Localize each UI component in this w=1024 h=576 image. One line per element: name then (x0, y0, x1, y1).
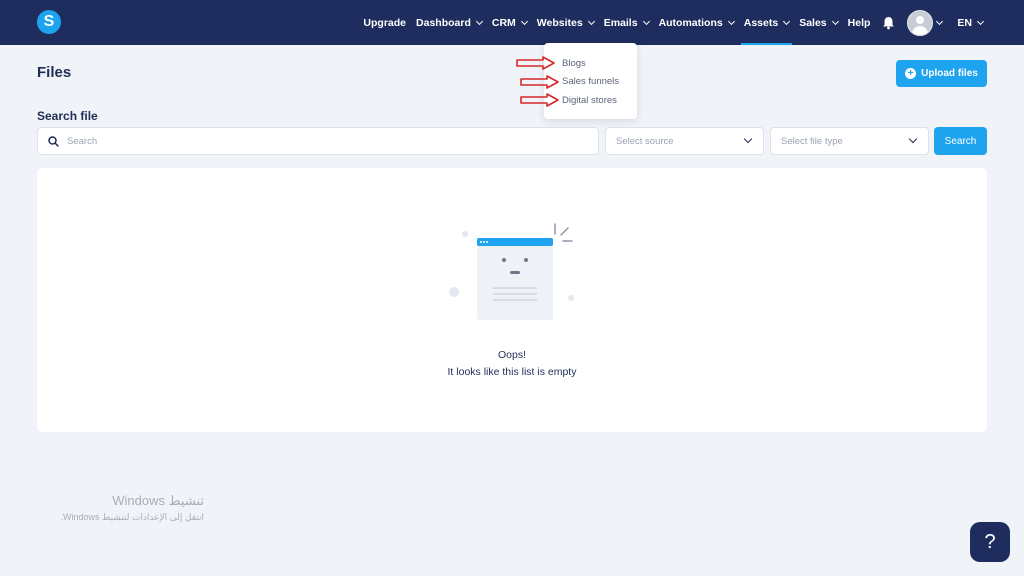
systeme-logo[interactable]: S (37, 10, 61, 34)
avatar-head (916, 15, 925, 24)
bell-icon[interactable] (875, 0, 901, 45)
chevron-down-icon (783, 17, 791, 25)
nav-automations[interactable]: Automations (654, 0, 739, 45)
chevron-down-icon (520, 17, 528, 25)
select-source-placeholder: Select source (616, 135, 674, 147)
chevron-down-icon (642, 17, 650, 25)
nav-upgrade[interactable]: Upgrade (358, 0, 411, 45)
chevron-down-icon (976, 17, 985, 25)
chevron-down-icon[interactable] (936, 17, 944, 25)
red-arrow-icon (516, 56, 555, 70)
select-file-type-placeholder: Select file type (781, 135, 843, 147)
help-chat-button[interactable]: ? (970, 522, 1010, 562)
menu-item-sales-funnels[interactable]: Sales funnels (562, 76, 619, 87)
empty-list-illustration (449, 223, 574, 320)
nav-assets-label: Assets (743, 16, 779, 29)
nav-websites-label: Websites (536, 16, 583, 29)
main-nav: Upgrade Dashboard CRM Websites Emails Au… (358, 0, 1024, 45)
chevron-down-icon (831, 17, 839, 25)
select-file-type-dropdown[interactable]: Select file type (770, 127, 929, 155)
chevron-down-icon (908, 134, 918, 144)
nav-dashboard-label: Dashboard (416, 16, 471, 29)
user-avatar[interactable] (907, 9, 934, 36)
nav-emails-label: Emails (603, 16, 638, 29)
menu-item-digital-stores[interactable]: Digital stores (562, 95, 617, 106)
top-navbar: S Upgrade Dashboard CRM Websites Emails … (0, 0, 1024, 45)
chevron-down-icon (727, 17, 735, 25)
search-section-label: Search file (37, 109, 98, 123)
nav-assets[interactable]: Assets (739, 0, 794, 45)
search-button[interactable]: Search (934, 127, 987, 155)
files-list-card: Oops! It looks like this list is empty (37, 168, 987, 432)
windows-activation-watermark-title: تنشيط Windows (112, 493, 204, 508)
chevron-down-icon (587, 17, 595, 25)
nav-websites[interactable]: Websites (532, 0, 599, 45)
select-source-dropdown[interactable]: Select source (605, 127, 764, 155)
nav-sales[interactable]: Sales (794, 0, 842, 45)
plus-circle-icon: + (905, 68, 917, 79)
chevron-down-icon (475, 17, 483, 25)
avatar-body (912, 25, 929, 35)
nav-upgrade-label: Upgrade (363, 16, 407, 29)
nav-help[interactable]: Help (843, 0, 876, 45)
red-arrow-icon (520, 75, 559, 89)
search-field[interactable] (37, 127, 599, 155)
page-title: Files (37, 64, 72, 81)
search-icon (48, 135, 59, 147)
nav-sales-label: Sales (799, 16, 827, 29)
upload-files-button[interactable]: + Upload files (896, 60, 987, 87)
nav-help-label: Help (847, 16, 871, 29)
nav-automations-label: Automations (658, 16, 723, 29)
upload-files-label: Upload files (921, 68, 978, 79)
menu-item-blogs[interactable]: Blogs (562, 58, 586, 69)
empty-state-title: Oops! (497, 349, 526, 361)
nav-emails[interactable]: Emails (599, 0, 654, 45)
chevron-down-icon (743, 134, 753, 144)
language-label: EN (957, 16, 972, 29)
nav-dashboard[interactable]: Dashboard (411, 0, 487, 45)
language-selector[interactable]: EN (952, 0, 988, 45)
windows-activation-watermark-text: انتقل إلى الإعدادات لتنشيط Windows. (60, 512, 204, 522)
red-arrow-icon (520, 93, 559, 107)
nav-crm[interactable]: CRM (487, 0, 532, 45)
search-input[interactable] (67, 135, 567, 147)
nav-crm-label: CRM (491, 16, 516, 29)
empty-state-subtitle: It looks like this list is empty (447, 366, 577, 378)
